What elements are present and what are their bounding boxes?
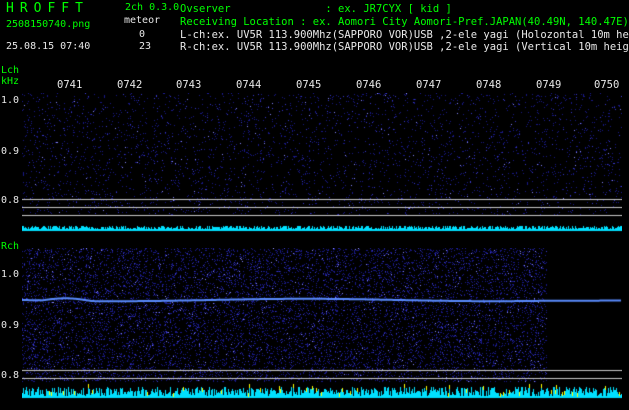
time-tick: 0743 [176, 79, 202, 91]
lch-unit-label: kHz [1, 76, 20, 87]
rch-y-label: 0.8 [1, 370, 20, 381]
rch-spectrogram [22, 248, 622, 400]
filename-label: 2508150740.png [6, 19, 91, 30]
rch-y-label: 1.0 [1, 269, 20, 280]
time-tick: 0745 [296, 79, 322, 91]
time-tick: 0747 [416, 79, 442, 91]
observer-line: Ovserver : ex. JR7CYX [ kid ] [180, 3, 452, 15]
meteor-count-r: 23 [139, 41, 152, 52]
rch-label: Rch [1, 241, 20, 252]
datetime-label: 25.08.15 07:40 [6, 41, 91, 52]
lch-y-label: 0.8 [1, 195, 20, 206]
time-tick: 0741 [57, 79, 83, 91]
time-tick: 0746 [356, 79, 382, 91]
time-tick: 0748 [476, 79, 502, 91]
lch-setup-line: L-ch:ex. UV5R 113.900Mhz(SAPPORO VOR)USB… [180, 29, 629, 41]
mode-label: 2ch 0.3.0 [125, 2, 180, 13]
time-tick: 0749 [536, 79, 562, 91]
lch-y-label: 1.0 [1, 95, 20, 106]
meteor-count-l: 0 [139, 29, 146, 40]
lch-spectrogram [22, 93, 622, 233]
rch-setup-line: R-ch:ex. UV5R 113.900Mhz(SAPPORO VOR)USB… [180, 41, 629, 53]
lch-label: Lch [1, 65, 20, 76]
time-tick: 0750 [594, 79, 620, 91]
meteor-count-label: meteor [124, 15, 161, 26]
time-tick: 0742 [117, 79, 143, 91]
rch-y-label: 0.9 [1, 320, 20, 331]
time-tick: 0744 [236, 79, 262, 91]
lch-y-label: 0.9 [1, 146, 20, 157]
app-brand: HROFFT [6, 1, 89, 16]
location-line: Receiving Location : ex. Aomori City Aom… [180, 16, 629, 28]
